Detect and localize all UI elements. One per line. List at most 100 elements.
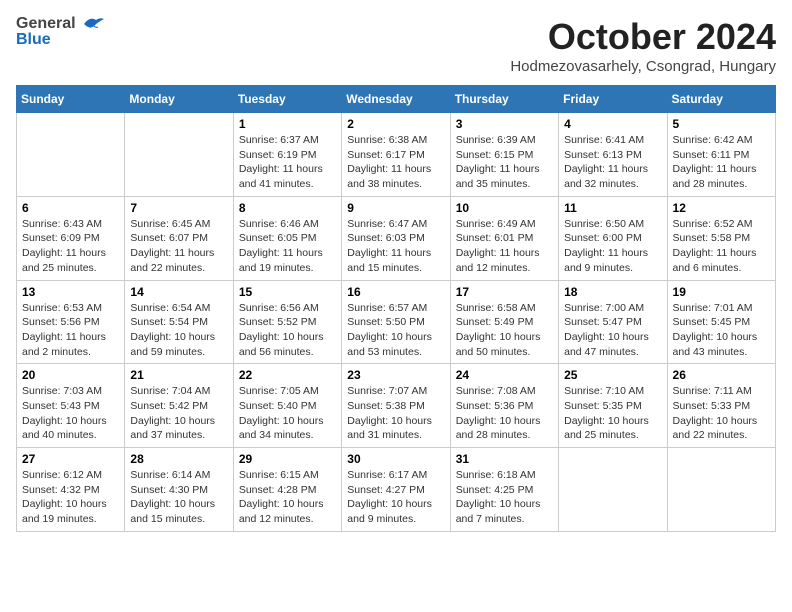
calendar-cell: 3 Sunrise: 6:39 AM Sunset: 6:15 PM Daylig…	[450, 113, 558, 197]
calendar-cell: 13Sunrise: 6:53 AM Sunset: 5:56 PM Dayli…	[17, 280, 125, 364]
day-info: Sunrise: 7:03 AM Sunset: 5:43 PM Dayligh…	[22, 384, 119, 443]
calendar-week-4: 20 Sunrise: 7:03 AM Sunset: 5:43 PM Dayli…	[17, 364, 776, 448]
calendar-cell: 15Sunrise: 6:56 AM Sunset: 5:52 PM Dayli…	[233, 280, 341, 364]
day-info: Sunrise: 6:43 AM Sunset: 6:09 PM Dayligh…	[22, 217, 119, 276]
calendar-cell: 12 Sunrise: 6:52 AM Sunset: 5:58 PM Dayli…	[667, 196, 775, 280]
day-number: 23	[347, 368, 444, 382]
page-header: General Blue October 2024 Hodmezovasarhe…	[16, 16, 776, 75]
day-number: 29	[239, 452, 336, 466]
day-info: Sunrise: 7:11 AM Sunset: 5:33 PM Dayligh…	[673, 384, 770, 443]
day-number: 12	[673, 201, 770, 215]
calendar-cell: 21Sunrise: 7:04 AM Sunset: 5:42 PM Dayli…	[125, 364, 233, 448]
calendar-cell: 25 Sunrise: 7:10 AM Sunset: 5:35 PM Dayli…	[559, 364, 667, 448]
day-info: Sunrise: 7:04 AM Sunset: 5:42 PM Dayligh…	[130, 384, 227, 443]
day-info: Sunrise: 6:50 AM Sunset: 6:00 PM Dayligh…	[564, 217, 661, 276]
calendar-week-5: 27Sunrise: 6:12 AM Sunset: 4:32 PM Dayli…	[17, 448, 776, 532]
calendar-cell: 18 Sunrise: 7:00 AM Sunset: 5:47 PM Dayli…	[559, 280, 667, 364]
day-info: Sunrise: 7:00 AM Sunset: 5:47 PM Dayligh…	[564, 301, 661, 360]
calendar-body: 1 Sunrise: 6:37 AM Sunset: 6:19 PM Daylig…	[17, 113, 776, 532]
calendar-cell: 17 Sunrise: 6:58 AM Sunset: 5:49 PM Dayli…	[450, 280, 558, 364]
day-info: Sunrise: 6:18 AM Sunset: 4:25 PM Dayligh…	[456, 468, 553, 527]
calendar-header: SundayMondayTuesdayWednesdayThursdayFrid…	[17, 86, 776, 113]
calendar-cell	[667, 448, 775, 532]
day-info: Sunrise: 7:07 AM Sunset: 5:38 PM Dayligh…	[347, 384, 444, 443]
day-info: Sunrise: 7:01 AM Sunset: 5:45 PM Dayligh…	[673, 301, 770, 360]
calendar-cell: 20 Sunrise: 7:03 AM Sunset: 5:43 PM Dayli…	[17, 364, 125, 448]
day-number: 5	[673, 117, 770, 131]
day-info: Sunrise: 6:56 AM Sunset: 5:52 PM Dayligh…	[239, 301, 336, 360]
day-number: 30	[347, 452, 444, 466]
logo-blue: Blue	[16, 32, 104, 48]
day-number: 8	[239, 201, 336, 215]
calendar-cell: 5 Sunrise: 6:42 AM Sunset: 6:11 PM Daylig…	[667, 113, 775, 197]
day-of-week-wednesday: Wednesday	[342, 86, 450, 113]
day-number: 11	[564, 201, 661, 215]
calendar-cell: 24 Sunrise: 7:08 AM Sunset: 5:36 PM Dayli…	[450, 364, 558, 448]
day-number: 24	[456, 368, 553, 382]
day-number: 26	[673, 368, 770, 382]
calendar-cell: 4 Sunrise: 6:41 AM Sunset: 6:13 PM Daylig…	[559, 113, 667, 197]
day-number: 4	[564, 117, 661, 131]
day-header-row: SundayMondayTuesdayWednesdayThursdayFrid…	[17, 86, 776, 113]
day-info: Sunrise: 6:15 AM Sunset: 4:28 PM Dayligh…	[239, 468, 336, 527]
calendar-week-2: 6Sunrise: 6:43 AM Sunset: 6:09 PM Daylig…	[17, 196, 776, 280]
calendar-cell: 29 Sunrise: 6:15 AM Sunset: 4:28 PM Dayli…	[233, 448, 341, 532]
day-number: 20	[22, 368, 119, 382]
day-number: 1	[239, 117, 336, 131]
day-number: 22	[239, 368, 336, 382]
day-info: Sunrise: 6:49 AM Sunset: 6:01 PM Dayligh…	[456, 217, 553, 276]
logo: General Blue	[16, 16, 104, 48]
calendar-cell: 16Sunrise: 6:57 AM Sunset: 5:50 PM Dayli…	[342, 280, 450, 364]
calendar-cell: 27Sunrise: 6:12 AM Sunset: 4:32 PM Dayli…	[17, 448, 125, 532]
calendar-cell: 26 Sunrise: 7:11 AM Sunset: 5:33 PM Dayli…	[667, 364, 775, 448]
calendar-cell: 28 Sunrise: 6:14 AM Sunset: 4:30 PM Dayli…	[125, 448, 233, 532]
day-number: 31	[456, 452, 553, 466]
calendar-cell: 30Sunrise: 6:17 AM Sunset: 4:27 PM Dayli…	[342, 448, 450, 532]
logo-text: General Blue	[16, 16, 104, 48]
day-info: Sunrise: 7:05 AM Sunset: 5:40 PM Dayligh…	[239, 384, 336, 443]
day-info: Sunrise: 6:41 AM Sunset: 6:13 PM Dayligh…	[564, 133, 661, 192]
calendar-table: SundayMondayTuesdayWednesdayThursdayFrid…	[16, 85, 776, 532]
calendar-cell: 2Sunrise: 6:38 AM Sunset: 6:17 PM Daylig…	[342, 113, 450, 197]
calendar-cell	[125, 113, 233, 197]
day-number: 17	[456, 285, 553, 299]
calendar-cell: 22 Sunrise: 7:05 AM Sunset: 5:40 PM Dayli…	[233, 364, 341, 448]
calendar-cell: 14 Sunrise: 6:54 AM Sunset: 5:54 PM Dayli…	[125, 280, 233, 364]
bird-icon	[82, 16, 104, 32]
day-number: 2	[347, 117, 444, 131]
calendar-cell: 31 Sunrise: 6:18 AM Sunset: 4:25 PM Dayli…	[450, 448, 558, 532]
day-number: 10	[456, 201, 553, 215]
calendar-cell: 7Sunrise: 6:45 AM Sunset: 6:07 PM Daylig…	[125, 196, 233, 280]
day-info: Sunrise: 6:39 AM Sunset: 6:15 PM Dayligh…	[456, 133, 553, 192]
day-number: 18	[564, 285, 661, 299]
day-info: Sunrise: 6:42 AM Sunset: 6:11 PM Dayligh…	[673, 133, 770, 192]
day-of-week-friday: Friday	[559, 86, 667, 113]
calendar-cell: 9Sunrise: 6:47 AM Sunset: 6:03 PM Daylig…	[342, 196, 450, 280]
day-info: Sunrise: 6:54 AM Sunset: 5:54 PM Dayligh…	[130, 301, 227, 360]
calendar-cell: 10 Sunrise: 6:49 AM Sunset: 6:01 PM Dayli…	[450, 196, 558, 280]
day-info: Sunrise: 6:37 AM Sunset: 6:19 PM Dayligh…	[239, 133, 336, 192]
day-number: 28	[130, 452, 227, 466]
day-info: Sunrise: 6:14 AM Sunset: 4:30 PM Dayligh…	[130, 468, 227, 527]
calendar-cell: 8 Sunrise: 6:46 AM Sunset: 6:05 PM Daylig…	[233, 196, 341, 280]
day-of-week-tuesday: Tuesday	[233, 86, 341, 113]
calendar-cell	[17, 113, 125, 197]
day-number: 25	[564, 368, 661, 382]
title-block: October 2024 Hodmezovasarhely, Csongrad,…	[510, 16, 776, 75]
day-info: Sunrise: 6:46 AM Sunset: 6:05 PM Dayligh…	[239, 217, 336, 276]
day-number: 3	[456, 117, 553, 131]
day-number: 9	[347, 201, 444, 215]
day-info: Sunrise: 6:58 AM Sunset: 5:49 PM Dayligh…	[456, 301, 553, 360]
day-info: Sunrise: 6:53 AM Sunset: 5:56 PM Dayligh…	[22, 301, 119, 360]
day-number: 14	[130, 285, 227, 299]
day-info: Sunrise: 7:10 AM Sunset: 5:35 PM Dayligh…	[564, 384, 661, 443]
calendar-cell: 19Sunrise: 7:01 AM Sunset: 5:45 PM Dayli…	[667, 280, 775, 364]
day-info: Sunrise: 7:08 AM Sunset: 5:36 PM Dayligh…	[456, 384, 553, 443]
calendar-subtitle: Hodmezovasarhely, Csongrad, Hungary	[510, 58, 776, 75]
logo-general: General	[16, 16, 104, 32]
day-of-week-thursday: Thursday	[450, 86, 558, 113]
day-info: Sunrise: 6:52 AM Sunset: 5:58 PM Dayligh…	[673, 217, 770, 276]
day-of-week-sunday: Sunday	[17, 86, 125, 113]
day-number: 27	[22, 452, 119, 466]
day-number: 16	[347, 285, 444, 299]
